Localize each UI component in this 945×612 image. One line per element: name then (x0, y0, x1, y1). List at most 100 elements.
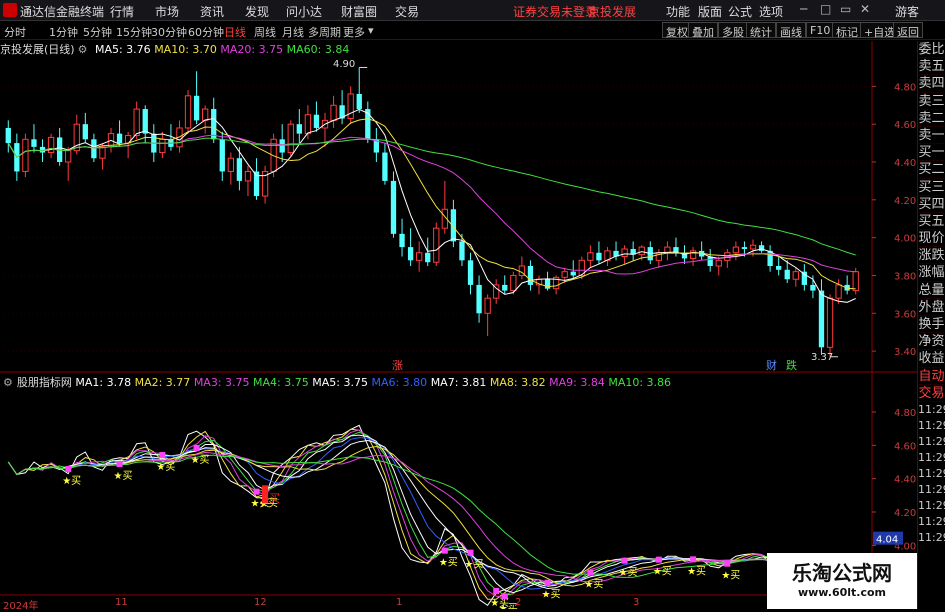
candle-body (65, 150, 72, 163)
auto-trade-2[interactable]: 交易 (918, 385, 945, 402)
quote-turnover[interactable]: 换手 (918, 316, 945, 334)
quote-change-pct[interactable]: 涨幅 (918, 264, 945, 282)
tick-time: 11:29 (918, 418, 945, 432)
ma-line-ma10 (7, 118, 856, 290)
signal-block (690, 556, 697, 563)
y-tick-label: 4.60 (894, 120, 916, 131)
watermark: 乐淘公式网 www.60lt.com (767, 553, 917, 609)
candle-body (236, 158, 243, 181)
candle-body (527, 266, 534, 285)
quote-netasset[interactable]: 净资 (918, 333, 945, 351)
sub-ma9-label: MA9: 3.84 (549, 376, 605, 389)
quote-sell1[interactable]: 卖一 (918, 127, 945, 145)
candle-body (784, 269, 790, 280)
candle-body (484, 297, 491, 314)
candle-body (82, 124, 88, 140)
low-price-label: 3.37 (811, 352, 833, 363)
quote-sell5[interactable]: 卖五 (918, 58, 945, 76)
ma5-label: MA5: 3.76 (94, 43, 151, 56)
quote-price[interactable]: 现价 (918, 230, 945, 248)
tick-time: 11:29 (918, 514, 945, 528)
candle-body (818, 290, 825, 348)
sub-y-tick-label: 4.20 (894, 508, 916, 519)
indicator-name[interactable]: 股朋指标网 (17, 376, 72, 389)
candle-body (244, 170, 252, 182)
signal-block (544, 579, 551, 586)
big-buy-bar (262, 485, 269, 504)
sub-ma1-label: MA1: 3.78 (75, 376, 132, 389)
signal-block (193, 445, 200, 451)
signal-block (253, 488, 260, 495)
big-buy-label: 买 (269, 492, 280, 505)
sub-ma3-label: MA3: 3.75 (193, 376, 250, 389)
signal-block (65, 466, 72, 472)
candle-body (852, 271, 859, 292)
ma60-label: MA60: 3.84 (286, 43, 350, 56)
quote-volume[interactable]: 总量 (918, 282, 945, 299)
candle-body (510, 274, 517, 292)
candle-body (99, 146, 106, 159)
candle-body (587, 252, 594, 261)
ma-line-ma5 (7, 108, 856, 303)
quote-change[interactable]: 涨跌 (918, 247, 945, 265)
candle-body (279, 139, 285, 153)
candle-body (390, 180, 397, 234)
quote-buy4[interactable]: 买四 (918, 196, 945, 213)
quote-buy5[interactable]: 买五 (918, 213, 945, 231)
candle-body (399, 233, 405, 248)
main-chart-header: 京投发展(日线) ⚙ MA5: 3.76 MA10: 3.70 MA20: 3.7… (0, 41, 349, 56)
candle-body (561, 271, 568, 278)
signal-block (587, 569, 594, 576)
candle-body (433, 227, 440, 263)
quote-buy3[interactable]: 买三 (918, 179, 945, 196)
chart-canvas[interactable]: 4.80 4.60 4.40 4.20 4.00 3.80 3.60 3.40 ★买 ★买 ★买 ★… (0, 0, 945, 609)
candle-body (749, 244, 757, 250)
sub-y-tick-label: 4.60 (894, 441, 916, 452)
candle-body (313, 114, 320, 128)
chart-annotations: 4.90 3.37 涨 财 跌 (333, 59, 839, 372)
candle-body (707, 256, 713, 266)
candle-body (287, 123, 294, 154)
quote-sell4[interactable]: 卖四 (918, 75, 945, 93)
high-price-label: 4.90 (333, 59, 355, 70)
auto-trade-1[interactable]: 自动 (918, 368, 945, 385)
date-label: 2024年 (3, 601, 39, 612)
candle-body (142, 109, 148, 134)
quote-buy2[interactable]: 买二 (918, 161, 945, 179)
quote-outer[interactable]: 外盘 (918, 299, 945, 316)
stock-title[interactable]: 京投发展(日线) (0, 43, 75, 56)
candle-body (184, 95, 192, 129)
gear-icon[interactable]: ⚙ (3, 376, 13, 389)
quote-sell2[interactable]: 卖二 (918, 110, 945, 127)
quote-earnings[interactable]: 收益 (918, 350, 945, 368)
gear-icon[interactable]: ⚙ (78, 43, 88, 56)
sub-ma6-label: MA6: 3.80 (371, 376, 428, 389)
candle-body (425, 252, 431, 263)
candle-body (356, 93, 362, 110)
tick-time: 11:29 (918, 498, 945, 512)
date-label: 12 (254, 597, 267, 608)
sub-ma8-label: MA8: 3.82 (489, 376, 546, 389)
date-label: 1 (396, 597, 403, 608)
signal-block (655, 556, 662, 563)
candle-body (347, 93, 354, 120)
y-tick-label: 4.40 (894, 158, 916, 169)
candle-body (544, 279, 551, 289)
buy-signal: ★买 (721, 570, 740, 582)
date-label: 3 (633, 597, 640, 608)
candle-body (732, 246, 740, 254)
die-tag: 跌 (786, 358, 797, 372)
signal-block (724, 560, 731, 567)
candle-body (407, 247, 414, 261)
y-tick-label: 3.60 (894, 309, 916, 320)
sub-ma10-label: MA10: 3.86 (608, 376, 672, 389)
candle-body (296, 124, 302, 134)
quote-sell3[interactable]: 卖三 (918, 93, 945, 110)
indicator-chart: ★买★买★买★买★买★买★买★买★买★买★买★买★买★买★买★买★买★买买 (7, 424, 857, 609)
tick-time: 11:29 (918, 434, 945, 448)
candle-body (741, 247, 748, 249)
candle-body (116, 133, 123, 144)
quote-buy1[interactable]: 买一 (918, 144, 945, 162)
quote-weibi[interactable]: 委比 (918, 41, 945, 59)
candle-body (227, 157, 234, 172)
